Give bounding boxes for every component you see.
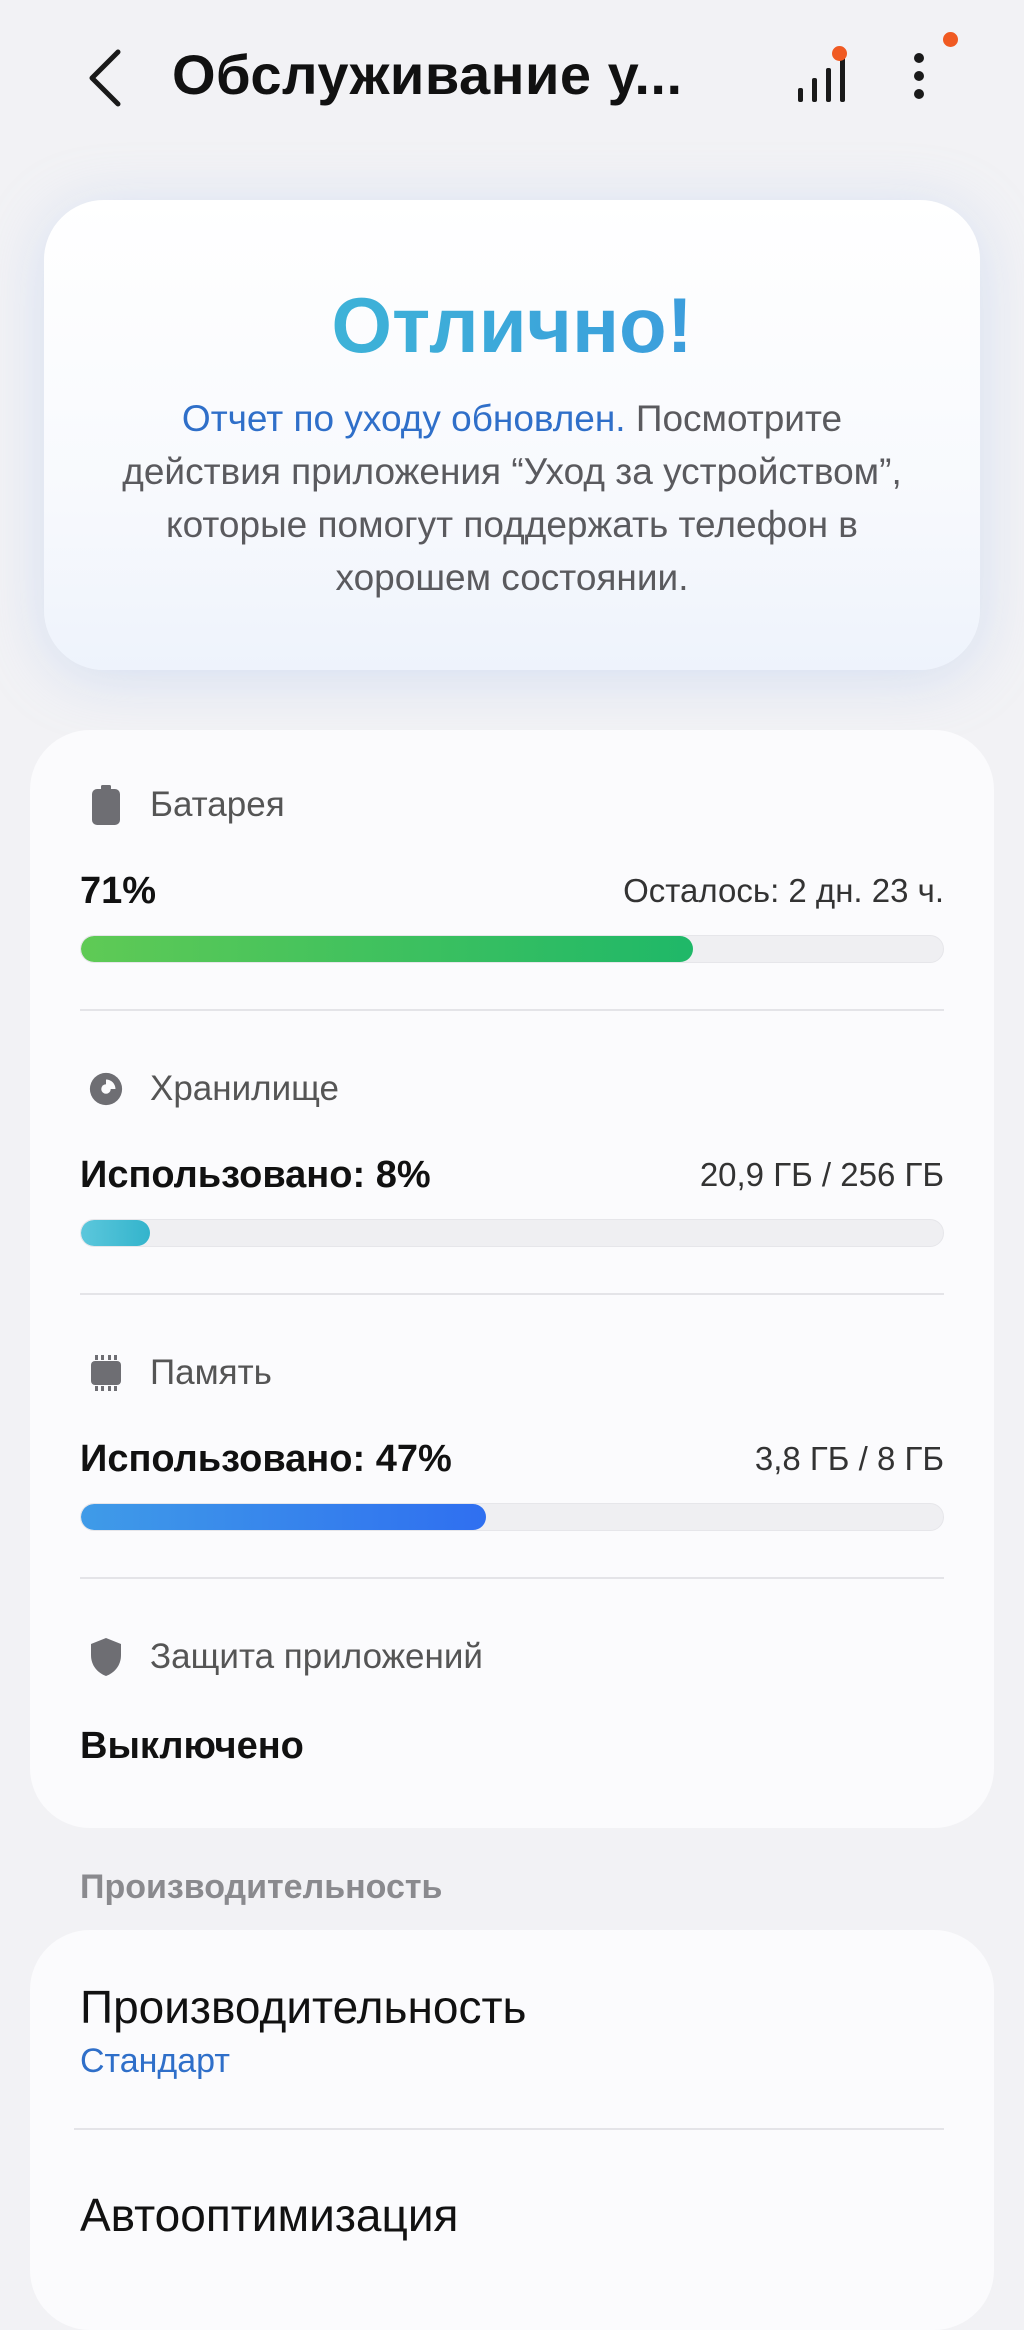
page-title: Обслуживание у... (172, 43, 683, 106)
care-report-link[interactable]: Отчет по уходу обновлен. (182, 398, 626, 439)
memory-value: Использовано: 47% (80, 1438, 452, 1480)
battery-icon (88, 785, 124, 825)
shield-icon (88, 1637, 124, 1677)
storage-label: Хранилище (150, 1069, 339, 1108)
memory-section[interactable]: Память Использовано: 47% 3,8 ГБ / 8 ГБ (80, 1348, 944, 1531)
battery-value: 71% (80, 870, 157, 912)
top-app-bar: Обслуживание у... (0, 0, 1024, 160)
battery-section[interactable]: Батарея 71% Осталось: 2 дн. 23 ч. (80, 780, 944, 963)
battery-label: Батарея (150, 785, 285, 824)
notification-badge (943, 32, 958, 47)
memory-details: 3,8 ГБ / 8 ГБ (754, 1440, 944, 1477)
device-status-card: Батарея 71% Осталось: 2 дн. 23 ч. Хранил… (30, 730, 994, 1828)
back-button[interactable] (78, 42, 138, 112)
auto-optimization-item[interactable]: Автооптимизация (80, 2188, 944, 2242)
memory-chip-icon (88, 1353, 124, 1393)
performance-mode-value: Стандарт (80, 2042, 230, 2080)
statistics-button[interactable] (790, 42, 860, 112)
battery-progress-bar (80, 935, 944, 963)
performance-mode-title: Производительность (80, 1981, 527, 2033)
divider (80, 1293, 944, 1295)
storage-progress-fill (81, 1220, 150, 1246)
app-protection-header: Защита приложений (80, 1632, 483, 1682)
app-protection-label: Защита приложений (150, 1637, 483, 1676)
more-options-button[interactable] (895, 30, 965, 110)
storage-header: Хранилище (80, 1064, 339, 1114)
app-protection-section[interactable]: Защита приложений Выключено (80, 1632, 944, 1782)
auto-optimization-title: Автооптимизация (80, 2189, 459, 2241)
battery-progress-fill (81, 936, 694, 962)
performance-section-header: Производительность (80, 1868, 443, 1906)
app-protection-value: Выключено (80, 1725, 304, 1767)
battery-header: Батарея (80, 780, 285, 830)
bar-chart-icon (798, 56, 845, 102)
divider (80, 1009, 944, 1011)
storage-progress-bar (80, 1219, 944, 1247)
memory-label: Память (150, 1353, 272, 1392)
status-description: Отчет по уходу обновлен. Посмотрите дейс… (114, 392, 910, 604)
divider (74, 2128, 944, 2130)
storage-details: 20,9 ГБ / 256 ГБ (699, 1156, 944, 1193)
battery-remaining: Осталось: 2 дн. 23 ч. (623, 872, 944, 909)
performance-mode-item[interactable]: Производительность Стандарт (80, 1980, 944, 2081)
status-title: Отлично! (44, 280, 980, 371)
care-status-card: Отлично! Отчет по уходу обновлен. Посмот… (44, 200, 980, 670)
notification-badge (832, 46, 847, 61)
chevron-left-icon (89, 49, 121, 107)
storage-section[interactable]: Хранилище Использовано: 8% 20,9 ГБ / 256… (80, 1064, 944, 1247)
memory-progress-bar (80, 1503, 944, 1531)
pie-chart-icon (88, 1069, 124, 1109)
storage-value: Использовано: 8% (80, 1154, 431, 1196)
divider (80, 1577, 944, 1579)
performance-card: Производительность Стандарт Автооптимиза… (30, 1930, 994, 2330)
memory-progress-fill (81, 1504, 487, 1530)
memory-header: Память (80, 1348, 272, 1398)
